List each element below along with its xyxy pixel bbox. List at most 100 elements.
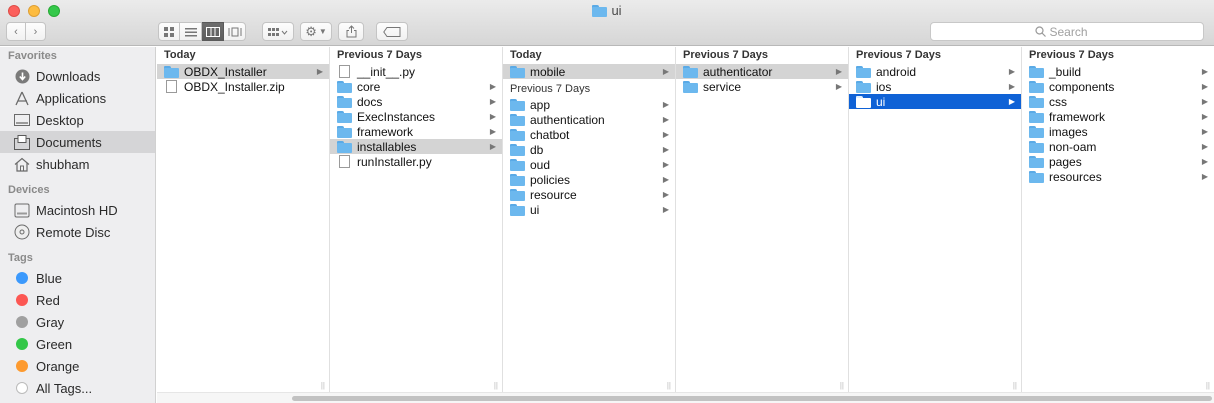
column-resize-handle[interactable]: || — [494, 381, 498, 390]
list-item-execinstances[interactable]: ExecInstances ▶ — [330, 109, 502, 124]
chevron-right-icon: ▶ — [662, 115, 669, 124]
list-view-button[interactable] — [180, 22, 202, 41]
list-item-ios[interactable]: ios ▶ — [849, 79, 1021, 94]
item-name: chatbot — [530, 127, 570, 142]
tag-color-dot — [16, 338, 28, 350]
chevron-right-icon: ▶ — [662, 205, 669, 214]
sidebar-tag-red[interactable]: Red — [0, 289, 155, 311]
sidebar-tag-blue[interactable]: Blue — [0, 267, 155, 289]
action-button[interactable]: ⚙ ▼ — [300, 22, 332, 41]
arrange-button[interactable] — [262, 22, 294, 41]
folder-icon — [510, 188, 525, 201]
item-name: css — [1049, 94, 1067, 109]
sidebar-item-desktop[interactable]: Desktop — [0, 109, 155, 131]
item-name: resource — [530, 187, 577, 202]
item-name: __init__.py — [357, 64, 416, 79]
list-item-non-oam[interactable]: non-oam ▶ — [1022, 139, 1214, 154]
list-item-components[interactable]: components ▶ — [1022, 79, 1214, 94]
list-item-runinstaller-py[interactable]: runInstaller.py — [330, 154, 502, 169]
list-item-framework-2[interactable]: framework ▶ — [1022, 109, 1214, 124]
back-button[interactable]: ‹ — [6, 22, 26, 41]
list-item-app[interactable]: app ▶ — [503, 97, 675, 112]
sidebar-item-macintosh-hd[interactable]: Macintosh HD — [0, 199, 155, 221]
sidebar-item-label: Applications — [36, 90, 107, 106]
list-item-core[interactable]: core ▶ — [330, 79, 502, 94]
list-item-android[interactable]: android ▶ — [849, 64, 1021, 79]
column-resize-handle[interactable]: || — [321, 381, 325, 390]
sidebar-tag-orange[interactable]: Orange — [0, 355, 155, 377]
list-item-oud[interactable]: oud ▶ — [503, 157, 675, 172]
list-item-build[interactable]: _build ▶ — [1022, 64, 1214, 79]
list-item-ui[interactable]: ui ▶ — [503, 202, 675, 217]
list-item-authenticator[interactable]: authenticator ▶ — [676, 64, 848, 79]
sidebar-tag-gray[interactable]: Gray — [0, 311, 155, 333]
gallery-view-button[interactable] — [224, 22, 246, 41]
list-item-docs[interactable]: docs ▶ — [330, 94, 502, 109]
chevron-right-icon: ▶ — [835, 67, 842, 76]
column-resize-handle[interactable]: || — [840, 381, 844, 390]
share-button[interactable] — [338, 22, 364, 41]
list-item-policies[interactable]: policies ▶ — [503, 172, 675, 187]
item-name: OBDX_Installer.zip — [184, 79, 285, 94]
window-title-text: ui — [611, 3, 622, 18]
list-item-resources[interactable]: resources ▶ — [1022, 169, 1214, 184]
column-resize-handle[interactable]: || — [1013, 381, 1017, 390]
sidebar-tag-all[interactable]: All Tags... — [0, 377, 155, 399]
folder-icon — [1029, 155, 1044, 168]
list-item-pages[interactable]: pages ▶ — [1022, 154, 1214, 169]
list-item-ui-selected[interactable]: ui ▶ — [849, 94, 1021, 109]
horizontal-scrollbar[interactable] — [157, 392, 1214, 403]
sidebar-item-applications[interactable]: Applications — [0, 87, 155, 109]
icon-view-button[interactable] — [158, 22, 180, 41]
chevron-right-icon: ▶ — [489, 127, 496, 136]
finder-window: ui ‹ › ⚙ ▼ Search Favorites Downloads Ap… — [0, 0, 1214, 403]
chevron-right-icon: ▶ — [662, 67, 669, 76]
column-resize-handle[interactable]: || — [1206, 381, 1210, 390]
forward-button[interactable]: › — [26, 22, 46, 41]
folder-icon — [510, 65, 525, 78]
column-view-button[interactable] — [202, 22, 224, 41]
chevron-right-icon: ▶ — [1201, 157, 1208, 166]
search-field[interactable] — [930, 22, 1204, 41]
search-icon — [1034, 26, 1046, 37]
navigation-buttons: ‹ › — [6, 22, 46, 41]
list-item-chatbot[interactable]: chatbot ▶ — [503, 127, 675, 142]
sidebar-item-shubham[interactable]: shubham — [0, 153, 155, 175]
list-item-installables[interactable]: installables ▶ — [330, 139, 502, 154]
item-name: oud — [530, 157, 551, 172]
folder-icon — [337, 125, 352, 138]
item-name: components — [1049, 79, 1115, 94]
item-name: pages — [1049, 154, 1082, 169]
list-item-images[interactable]: images ▶ — [1022, 124, 1214, 139]
scrollbar-thumb[interactable] — [292, 396, 1212, 401]
chevron-right-icon: ▶ — [1201, 127, 1208, 136]
folder-icon — [337, 80, 352, 93]
sidebar-item-downloads[interactable]: Downloads — [0, 65, 155, 87]
tag-color-dot — [16, 360, 28, 372]
list-item-service[interactable]: service ▶ — [676, 79, 848, 94]
list-item-db[interactable]: db ▶ — [503, 142, 675, 157]
column-6: Previous 7 Days _build ▶ components ▶ css ▶… — [1022, 47, 1214, 392]
sidebar-item-remote-disc[interactable]: Remote Disc — [0, 221, 155, 243]
folder-icon — [1029, 170, 1044, 183]
edit-tags-button[interactable] — [376, 22, 408, 41]
column-resize-handle[interactable]: || — [667, 381, 671, 390]
sidebar-item-documents[interactable]: Documents — [0, 131, 155, 153]
list-item-obdx-installer-zip[interactable]: OBDX_Installer.zip — [157, 79, 329, 94]
tag-color-dot — [16, 294, 28, 306]
item-name: policies — [530, 172, 571, 187]
list-item-init-py[interactable]: __init__.py — [330, 64, 502, 79]
list-item-authentication[interactable]: authentication ▶ — [503, 112, 675, 127]
folder-icon — [510, 158, 525, 171]
list-item-mobile[interactable]: mobile ▶ — [503, 64, 675, 79]
list-item-resource[interactable]: resource ▶ — [503, 187, 675, 202]
folder-icon — [510, 203, 525, 216]
chevron-right-icon: ▶ — [1008, 97, 1015, 106]
desktop-icon — [14, 112, 30, 128]
list-item-css[interactable]: css ▶ — [1022, 94, 1214, 109]
gear-icon: ⚙ — [305, 23, 317, 39]
sidebar-tag-green[interactable]: Green — [0, 333, 155, 355]
search-input[interactable] — [1049, 24, 1100, 39]
list-item-framework[interactable]: framework ▶ — [330, 124, 502, 139]
list-item-obdx-installer[interactable]: OBDX_Installer ▶ — [157, 64, 329, 79]
